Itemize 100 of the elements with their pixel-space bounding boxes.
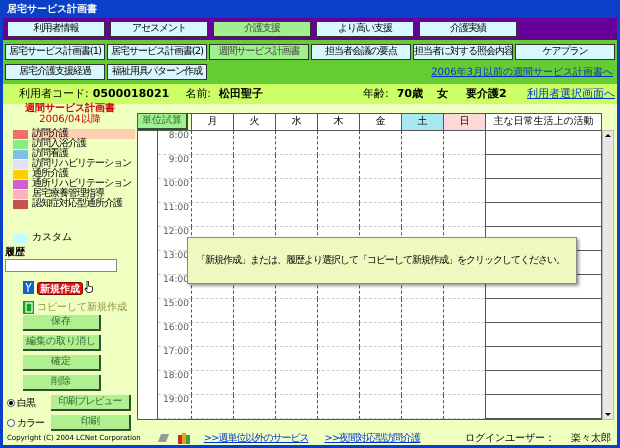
schedule-cell[interactable] (191, 299, 233, 323)
nav-tab[interactable]: 利用者情報 (7, 21, 105, 37)
schedule-cell[interactable] (317, 131, 359, 155)
action-button[interactable]: 印刷プレビュー (51, 395, 131, 411)
radio-button[interactable] (7, 419, 15, 427)
new-create-button[interactable]: 新規作成 (37, 282, 83, 295)
schedule-cell[interactable] (401, 395, 443, 419)
legend-item[interactable]: 通所リハビリテーション (32, 179, 135, 189)
schedule-cell[interactable] (443, 155, 485, 179)
activity-cell[interactable] (485, 299, 601, 323)
schedule-cell[interactable] (233, 395, 275, 419)
schedule-cell[interactable] (443, 395, 485, 419)
schedule-cell[interactable] (443, 203, 485, 227)
nav-tab[interactable]: 担当者会議の要点 (311, 44, 411, 60)
schedule-cell[interactable] (275, 347, 317, 371)
schedule-cell[interactable] (275, 299, 317, 323)
schedule-cell[interactable] (443, 131, 485, 155)
schedule-cell[interactable] (317, 323, 359, 347)
copy-icon[interactable] (23, 301, 34, 314)
schedule-cell[interactable] (359, 347, 401, 371)
schedule-cell[interactable] (317, 371, 359, 395)
schedule-cell[interactable] (443, 371, 485, 395)
activity-cell[interactable] (485, 179, 601, 203)
schedule-cell[interactable] (275, 203, 317, 227)
schedule-cell[interactable] (401, 203, 443, 227)
schedule-cell[interactable] (191, 155, 233, 179)
schedule-cell[interactable] (359, 299, 401, 323)
schedule-cell[interactable] (359, 155, 401, 179)
action-button[interactable]: 編集の取り消し (23, 335, 101, 351)
activity-cell[interactable] (485, 347, 601, 371)
action-button[interactable]: 確定 (23, 355, 101, 371)
legend-item[interactable]: カスタム (32, 233, 72, 243)
schedule-cell[interactable] (359, 179, 401, 203)
action-button[interactable]: 保存 (23, 315, 101, 331)
activity-cell[interactable] (485, 155, 601, 179)
activity-cell[interactable] (485, 323, 601, 347)
nav-tab[interactable]: 居宅サービス計画書(1) (5, 44, 105, 60)
legend-item[interactable]: 訪問入浴介護 (32, 139, 135, 149)
activity-cell[interactable] (485, 203, 601, 227)
schedule-cell[interactable] (191, 371, 233, 395)
schedule-cell[interactable] (233, 131, 275, 155)
schedule-cell[interactable] (401, 155, 443, 179)
activity-cell[interactable] (485, 371, 601, 395)
schedule-cell[interactable] (275, 371, 317, 395)
schedule-cell[interactable] (359, 131, 401, 155)
schedule-cell[interactable] (233, 155, 275, 179)
footer-link[interactable]: >>週単位以外のサービス (204, 430, 308, 446)
schedule-cell[interactable] (443, 179, 485, 203)
schedule-cell[interactable] (191, 203, 233, 227)
schedule-cell[interactable] (443, 347, 485, 371)
schedule-cell[interactable] (401, 299, 443, 323)
schedule-cell[interactable] (317, 347, 359, 371)
schedule-cell[interactable] (401, 179, 443, 203)
schedule-cell[interactable] (359, 395, 401, 419)
action-button[interactable]: 削除 (23, 375, 101, 391)
scrollbar[interactable] (602, 130, 614, 420)
schedule-cell[interactable] (233, 371, 275, 395)
schedule-cell[interactable] (275, 179, 317, 203)
legend-item[interactable]: 通所介護 (32, 169, 135, 179)
action-button[interactable]: 印刷 (51, 415, 131, 431)
schedule-cell[interactable] (317, 395, 359, 419)
schedule-cell[interactable] (317, 299, 359, 323)
schedule-cell[interactable] (233, 323, 275, 347)
nav-tab[interactable]: 居宅介護支援経過 (5, 64, 105, 80)
old-plan-link[interactable]: 2006年3月以前の週間サービス計画書へ (431, 64, 613, 80)
schedule-cell[interactable] (233, 179, 275, 203)
schedule-cell[interactable] (233, 299, 275, 323)
schedule-cell[interactable] (317, 203, 359, 227)
legend-item[interactable]: 訪問看護 (32, 149, 135, 159)
document-icon[interactable] (23, 280, 34, 294)
schedule-cell[interactable] (275, 155, 317, 179)
schedule-cell[interactable] (401, 347, 443, 371)
legend-item[interactable]: 訪問介護 (32, 129, 135, 139)
legend-item[interactable]: 認知症対応型通所介護 (32, 199, 135, 209)
schedule-cell[interactable] (233, 347, 275, 371)
schedule-cell[interactable] (233, 203, 275, 227)
schedule-cell[interactable] (275, 395, 317, 419)
unit-calc-button[interactable]: 単位試算 (138, 114, 188, 130)
schedule-cell[interactable] (275, 131, 317, 155)
legend-item[interactable]: 訪問リハビリテーション (32, 159, 135, 169)
schedule-cell[interactable] (275, 323, 317, 347)
nav-tab[interactable]: 週間サービス計画書 (209, 44, 309, 60)
schedule-cell[interactable] (359, 323, 401, 347)
history-list[interactable] (5, 259, 117, 272)
nav-tab[interactable]: 介護支援 (213, 21, 311, 37)
nav-tab[interactable]: 福祉用具パターン作成 (107, 64, 207, 80)
user-select-link[interactable]: 利用者選択画面へ (527, 86, 615, 102)
schedule-cell[interactable] (191, 179, 233, 203)
schedule-cell[interactable] (401, 371, 443, 395)
activity-cell[interactable] (485, 395, 601, 419)
books-icon[interactable] (178, 432, 190, 444)
schedule-cell[interactable] (401, 131, 443, 155)
schedule-cell[interactable] (401, 323, 443, 347)
schedule-cell[interactable] (317, 179, 359, 203)
nav-tab[interactable]: アセスメント (110, 21, 208, 37)
schedule-cell[interactable] (359, 371, 401, 395)
nav-tab[interactable]: 介護実績 (419, 21, 517, 37)
schedule-cell[interactable] (317, 155, 359, 179)
nav-tab[interactable]: ケアプラン (515, 44, 615, 60)
radio-button[interactable] (7, 399, 15, 407)
